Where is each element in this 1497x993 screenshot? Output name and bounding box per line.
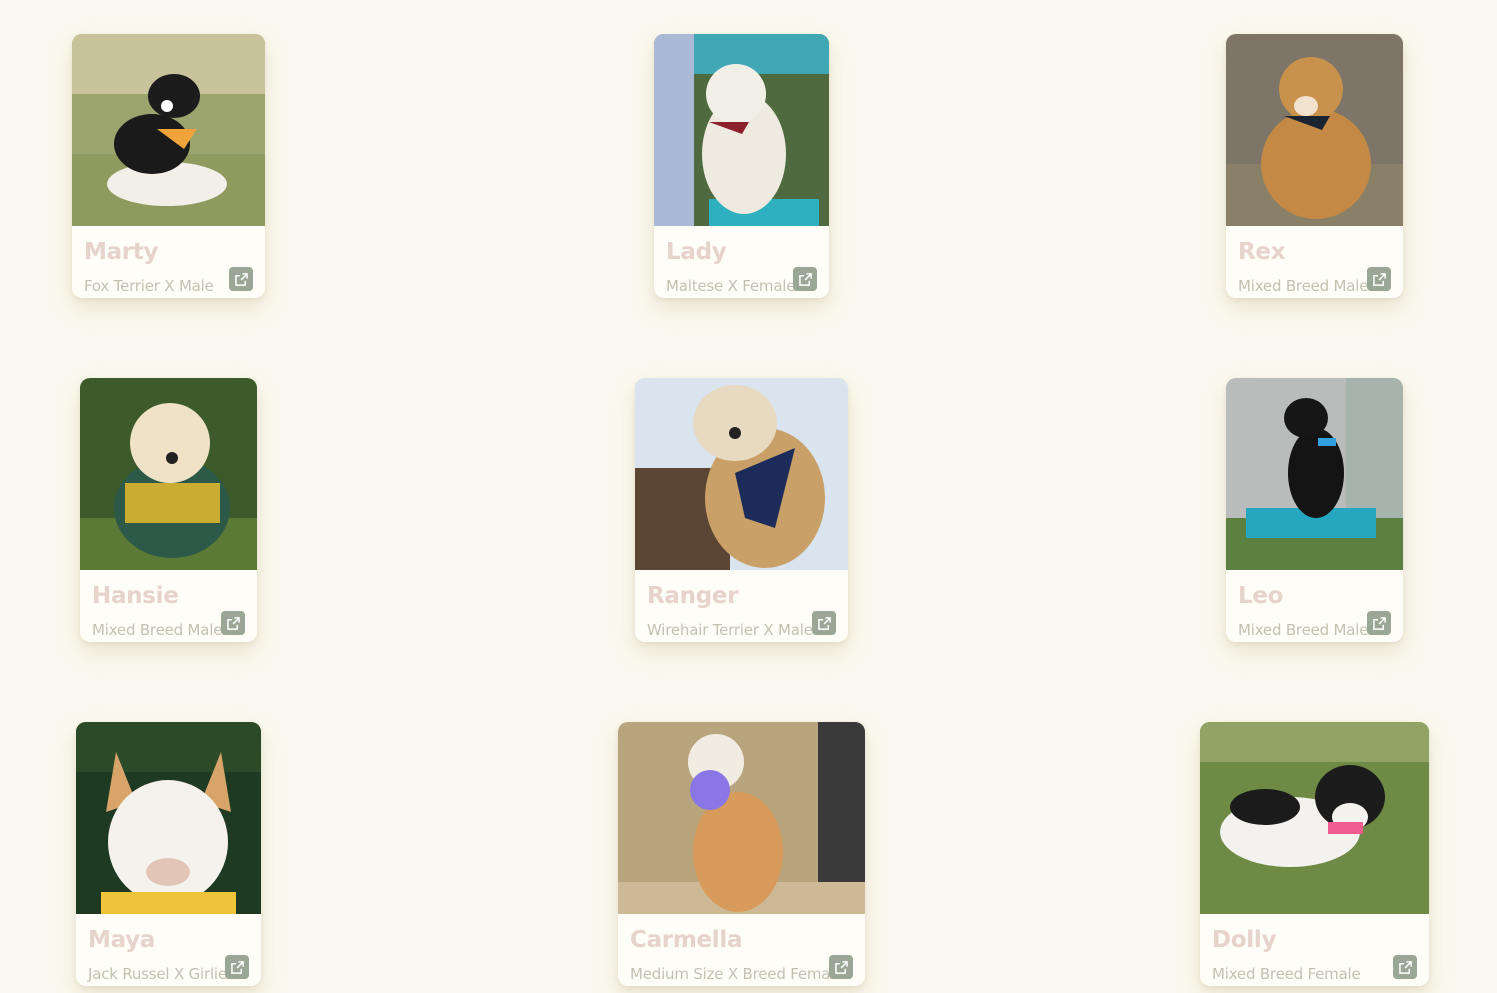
external-link-icon (1372, 272, 1386, 286)
external-link-icon (1398, 960, 1412, 974)
external-link-button[interactable] (221, 611, 245, 635)
dog-photo-leo (1226, 378, 1403, 570)
external-link-button[interactable] (829, 955, 853, 979)
dog-photo-rex (1226, 34, 1403, 226)
dog-breed: Wirehair Terrier X Male (647, 621, 813, 639)
dog-card-dolly[interactable]: Dolly Mixed Breed Female (1200, 722, 1429, 986)
dog-card-hansie[interactable]: Hansie Mixed Breed Male (80, 378, 257, 642)
dog-card-carmella[interactable]: Carmella Medium Size X Breed Femal (618, 722, 865, 986)
dog-name: Carmella (630, 927, 743, 953)
dog-breed: Mixed Breed Male (1238, 621, 1369, 639)
external-link-button[interactable] (812, 611, 836, 635)
dog-name: Maya (88, 927, 156, 953)
external-link-button[interactable] (225, 955, 249, 979)
dog-breed: Mixed Breed Male (92, 621, 223, 639)
dog-card-marty[interactable]: Marty Fox Terrier X Male (72, 34, 265, 298)
external-link-icon (798, 272, 812, 286)
dog-name: Leo (1238, 583, 1284, 609)
external-link-icon (817, 616, 831, 630)
dog-name: Dolly (1212, 927, 1277, 953)
dog-breed: Jack Russel X Girlie (88, 965, 227, 983)
dog-photo-maya (76, 722, 261, 914)
dog-card-ranger[interactable]: Ranger Wirehair Terrier X Male (635, 378, 848, 642)
dog-card-leo[interactable]: Leo Mixed Breed Male (1226, 378, 1403, 642)
external-link-button[interactable] (229, 267, 253, 291)
dog-card-lady[interactable]: Lady Maltese X Female (654, 34, 829, 298)
dog-name: Rex (1238, 239, 1286, 265)
dog-photo-lady (654, 34, 829, 226)
dog-photo-dolly (1200, 722, 1429, 914)
dog-photo-carmella (618, 722, 865, 914)
dog-name: Lady (666, 239, 727, 265)
dog-breed: Mixed Breed Male (1238, 277, 1369, 295)
dog-photo-hansie (80, 378, 257, 570)
dog-name: Hansie (92, 583, 179, 609)
dog-photo-ranger (635, 378, 848, 570)
dog-card-rex[interactable]: Rex Mixed Breed Male (1226, 34, 1403, 298)
dog-breed: Fox Terrier X Male (84, 277, 214, 295)
dog-name: Ranger (647, 583, 739, 609)
external-link-button[interactable] (1393, 955, 1417, 979)
dog-breed: Medium Size X Breed Femal (630, 965, 835, 983)
dog-card-maya[interactable]: Maya Jack Russel X Girlie (76, 722, 261, 986)
external-link-icon (226, 616, 240, 630)
external-link-button[interactable] (793, 267, 817, 291)
external-link-icon (1372, 616, 1386, 630)
dog-photo-marty (72, 34, 265, 226)
external-link-icon (834, 960, 848, 974)
external-link-button[interactable] (1367, 611, 1391, 635)
external-link-icon (230, 960, 244, 974)
dog-breed: Mixed Breed Female (1212, 965, 1361, 983)
external-link-button[interactable] (1367, 267, 1391, 291)
dog-gallery: Marty Fox Terrier X Male Lady Maltese X … (0, 0, 1497, 993)
external-link-icon (234, 272, 248, 286)
dog-name: Marty (84, 239, 159, 265)
dog-breed: Maltese X Female (666, 277, 796, 295)
